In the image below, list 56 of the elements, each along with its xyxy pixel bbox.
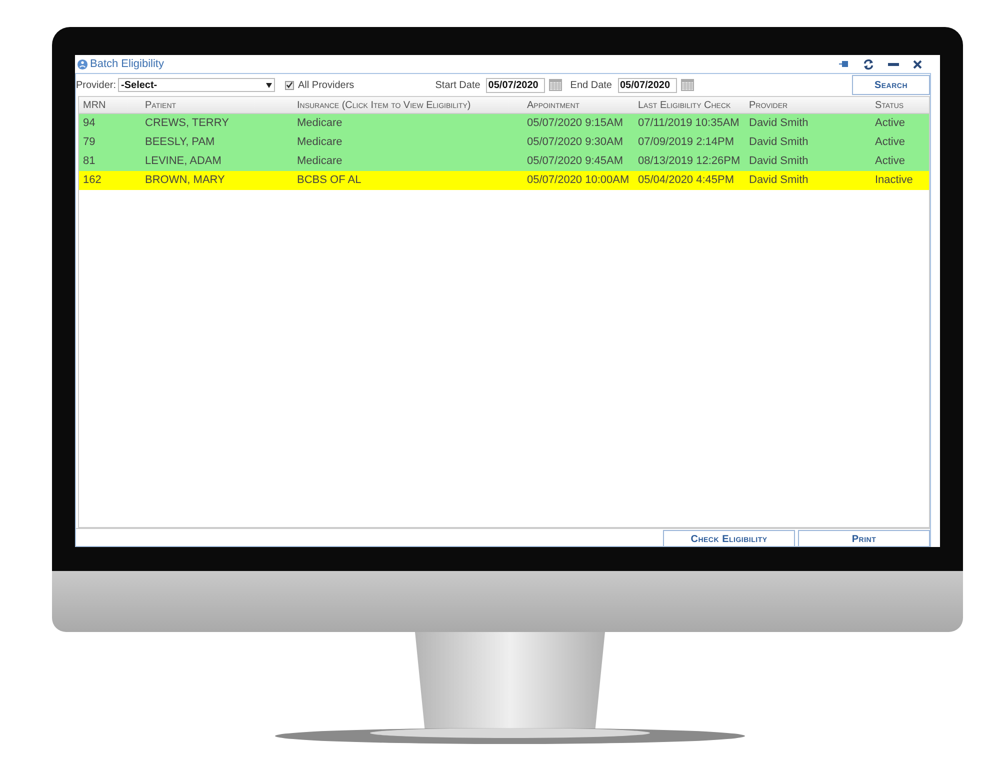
table-row[interactable]: 79 BEESLY, PAM Medicare 05/07/2020 9:30AM 07/09/2019 2:14PM David Smith Active xyxy=(79,133,929,152)
table-cell-text: Active xyxy=(874,135,906,150)
table-cell-text: 81 xyxy=(82,154,96,170)
table-cell-text: BCBS OF AL xyxy=(296,173,362,188)
checkbox[interactable] xyxy=(285,80,294,90)
provider-label: Provider: xyxy=(76,78,116,92)
window-title: Batch Eligibility xyxy=(90,56,164,72)
pin-icon[interactable] xyxy=(839,60,849,68)
table-cell-text: David Smith xyxy=(748,173,810,188)
table-row[interactable]: 162 BROWN, MARY BCBS OF AL 05/07/2020 10:00AM 05/04/2020 4:45PM David Smith Inactive xyxy=(79,171,929,190)
table-cell-text: Inactive xyxy=(874,173,914,188)
close-icon[interactable] xyxy=(913,60,922,68)
column-header[interactable]: Provider xyxy=(745,98,871,112)
table-row[interactable]: 94 CREWS, TERRY Medicare 05/07/2020 9:15AM 07/11/2019 10:35AM David Smith Active xyxy=(79,114,929,133)
check-eligibility-button[interactable]: Check Eligibility xyxy=(663,530,795,546)
table-cell-text: 162 xyxy=(82,173,102,188)
date-field[interactable]: 05/07/2020 xyxy=(486,78,546,92)
table-cell-text: BEESLY, PAM xyxy=(144,135,216,150)
table-cell-text: David Smith xyxy=(748,154,810,170)
provider-select[interactable]: -Select- xyxy=(118,78,276,92)
column-header[interactable]: Insurance (Click Item to View Eligibility) xyxy=(293,98,523,112)
table-cell-text: Medicare xyxy=(296,154,344,170)
column-header[interactable]: MRN xyxy=(79,98,141,112)
start-date-label: Start Date xyxy=(435,78,480,92)
print-button[interactable]: Print xyxy=(798,530,930,546)
table-cell-text: David Smith xyxy=(748,135,810,150)
table-cell-text: 05/07/2020 9:30AM xyxy=(526,135,624,150)
table-cell-text: 05/07/2020 10:00AM xyxy=(526,173,630,188)
date-field[interactable]: 05/07/2020 xyxy=(618,78,677,92)
table-cell-text: 94 xyxy=(82,116,96,132)
table-cell-text: Medicare xyxy=(296,135,344,150)
minimize-icon[interactable] xyxy=(888,62,899,66)
table-cell-text: 07/09/2019 2:14PM xyxy=(637,135,736,150)
table-cell-text: Active xyxy=(874,116,906,132)
column-header[interactable]: Appointment xyxy=(523,98,634,112)
column-header[interactable]: Status xyxy=(871,98,929,112)
table-cell-text: 07/11/2019 10:35AM xyxy=(637,116,740,132)
table-cell-text: BROWN, MARY xyxy=(144,173,226,188)
table-cell-text: 05/04/2020 4:45PM xyxy=(637,173,736,188)
search-button[interactable]: Search xyxy=(852,75,930,95)
end-date-label: End Date xyxy=(570,78,612,92)
table-cell-text: David Smith xyxy=(748,116,810,132)
caret-icon xyxy=(266,82,272,88)
table-cell-text: CREWS, TERRY xyxy=(144,116,230,132)
table-cell-text: 79 xyxy=(82,135,96,150)
column-header[interactable]: Last Eligibility Check xyxy=(634,98,745,112)
column-header[interactable]: Patient xyxy=(141,98,293,112)
table-cell-text: Active xyxy=(874,154,906,170)
table-cell-text: 08/13/2019 12:26PM xyxy=(637,154,742,170)
table-cell-text: LEVINE, ADAM xyxy=(144,154,222,170)
table-cell-text: 05/07/2020 9:45AM xyxy=(526,154,624,170)
table-cell-text: 05/07/2020 9:15AM xyxy=(526,116,624,132)
checkbox-label: All Providers xyxy=(298,78,354,92)
table-cell-text: Medicare xyxy=(296,116,344,132)
refresh-icon[interactable] xyxy=(863,58,874,70)
table-row[interactable]: 81 LEVINE, ADAM Medicare 05/07/2020 9:45AM 08/13/2019 12:26PM David Smith Active xyxy=(79,152,929,171)
